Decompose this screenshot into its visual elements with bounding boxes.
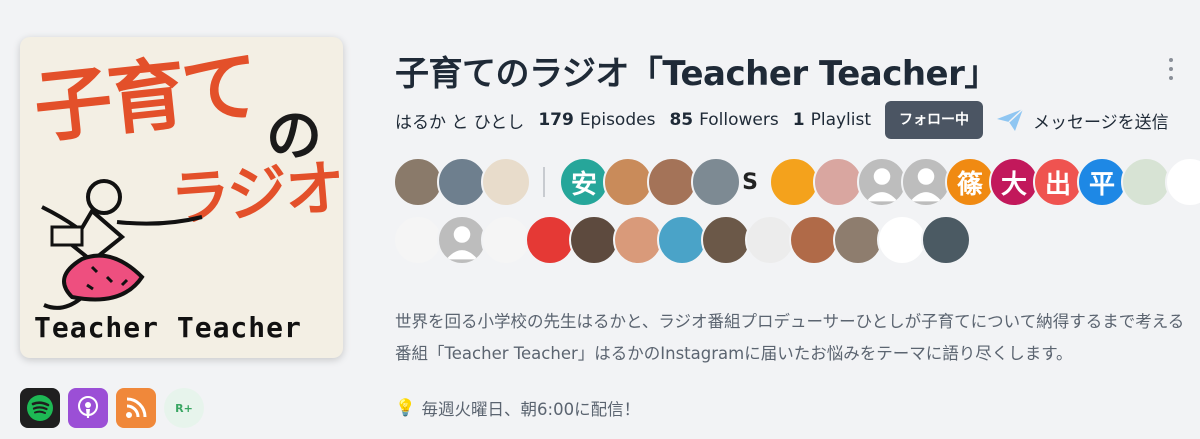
avatar-initial: 篠 [956,169,983,200]
avatar[interactable]: 出 [1033,157,1083,207]
paper-plane-icon [997,108,1024,131]
apple-podcasts-icon [78,396,98,418]
artwork-title-line1: 子育て [29,41,261,155]
apple-podcasts-link[interactable] [68,388,108,428]
avatar[interactable] [877,215,927,265]
avatar[interactable] [393,157,443,207]
followers-count: 85 [669,110,694,130]
avatar[interactable]: 篠 [945,157,995,207]
avatar[interactable] [1121,157,1171,207]
avatar[interactable] [813,157,863,207]
avatar-initial: 安 [570,169,597,200]
avatar[interactable]: S [735,157,765,207]
more-options-icon[interactable] [1166,58,1176,80]
avatar[interactable] [481,215,531,265]
default-user-icon [446,226,478,260]
lightbulb-icon: 💡 [395,398,416,417]
playlists-count: 1 [792,110,805,130]
default-user-icon [910,168,942,202]
rss-icon [126,397,147,418]
send-message-button[interactable]: メッセージを送信 [995,107,1169,133]
artwork-footer-text: Teacher Teacher [34,311,302,344]
avatar[interactable] [393,215,443,265]
avatar[interactable] [525,215,575,265]
spotify-icon [27,395,53,421]
contributor-avatars-row1: 安 S 篠大出平 [393,157,1200,207]
avatar[interactable] [613,215,663,265]
podcast-meta: はるか と ひとし 179 Episodes 85 Followers 1 Pl… [395,100,1169,140]
avatar[interactable] [569,215,619,265]
rss-link[interactable] [116,388,156,428]
episodes-label[interactable]: Episodes [580,110,656,130]
avatar[interactable] [833,215,883,265]
avatar[interactable] [437,157,487,207]
episodes-count: 179 [538,110,574,130]
avatar[interactable] [647,157,697,207]
default-user-icon [866,168,898,202]
avatar[interactable] [769,157,819,207]
followers-label[interactable]: Followers [699,110,779,130]
avatar[interactable] [603,157,653,207]
avatar-initial: 平 [1088,169,1115,200]
hosts-link[interactable]: はるか と ひとし [395,108,524,133]
avatar[interactable] [857,157,907,207]
podcast-description: 世界を回る小学校の先生はるかと、ラジオ番組プロデューサーひとしが子育てについて納… [395,312,1185,363]
rplus-icon: R+ [175,401,193,415]
avatar[interactable] [701,215,751,265]
avatar[interactable] [921,215,971,265]
avatar-divider [543,167,545,197]
schedule-text: 毎週火曜日、朝6:00に配信！ [421,400,641,419]
avatar[interactable] [901,157,951,207]
avatar[interactable]: 大 [989,157,1039,207]
avatar[interactable] [745,215,795,265]
podcast-artwork: 子育て の ラジオ Teacher Teacher [20,37,343,358]
avatar[interactable] [437,215,487,265]
avatar[interactable]: 安 [559,157,609,207]
avatar[interactable] [789,215,839,265]
avatar-initial: 大 [1000,169,1027,200]
playlists-label[interactable]: Playlist [811,110,871,130]
avatar-initial: 出 [1044,169,1071,200]
contributor-avatars-row2 [393,215,971,265]
avatar-initial: S [742,169,758,195]
avatar[interactable] [481,157,531,207]
follow-button[interactable]: フォロー中 [885,101,984,139]
avatar[interactable] [691,157,741,207]
platform-links: R+ [20,388,204,428]
schedule-line: 💡 毎週火曜日、朝6:00に配信！ [395,396,640,420]
artwork-illustration [41,179,203,310]
avatar[interactable] [1165,157,1200,207]
avatar[interactable]: 平 [1077,157,1127,207]
rplus-link[interactable]: R+ [164,388,204,428]
spotify-link[interactable] [20,388,60,428]
avatar[interactable] [657,215,707,265]
podcast-title: 子育てのラジオ「Teacher Teacher」 [395,54,998,94]
send-message-label: メッセージを送信 [1033,112,1169,133]
